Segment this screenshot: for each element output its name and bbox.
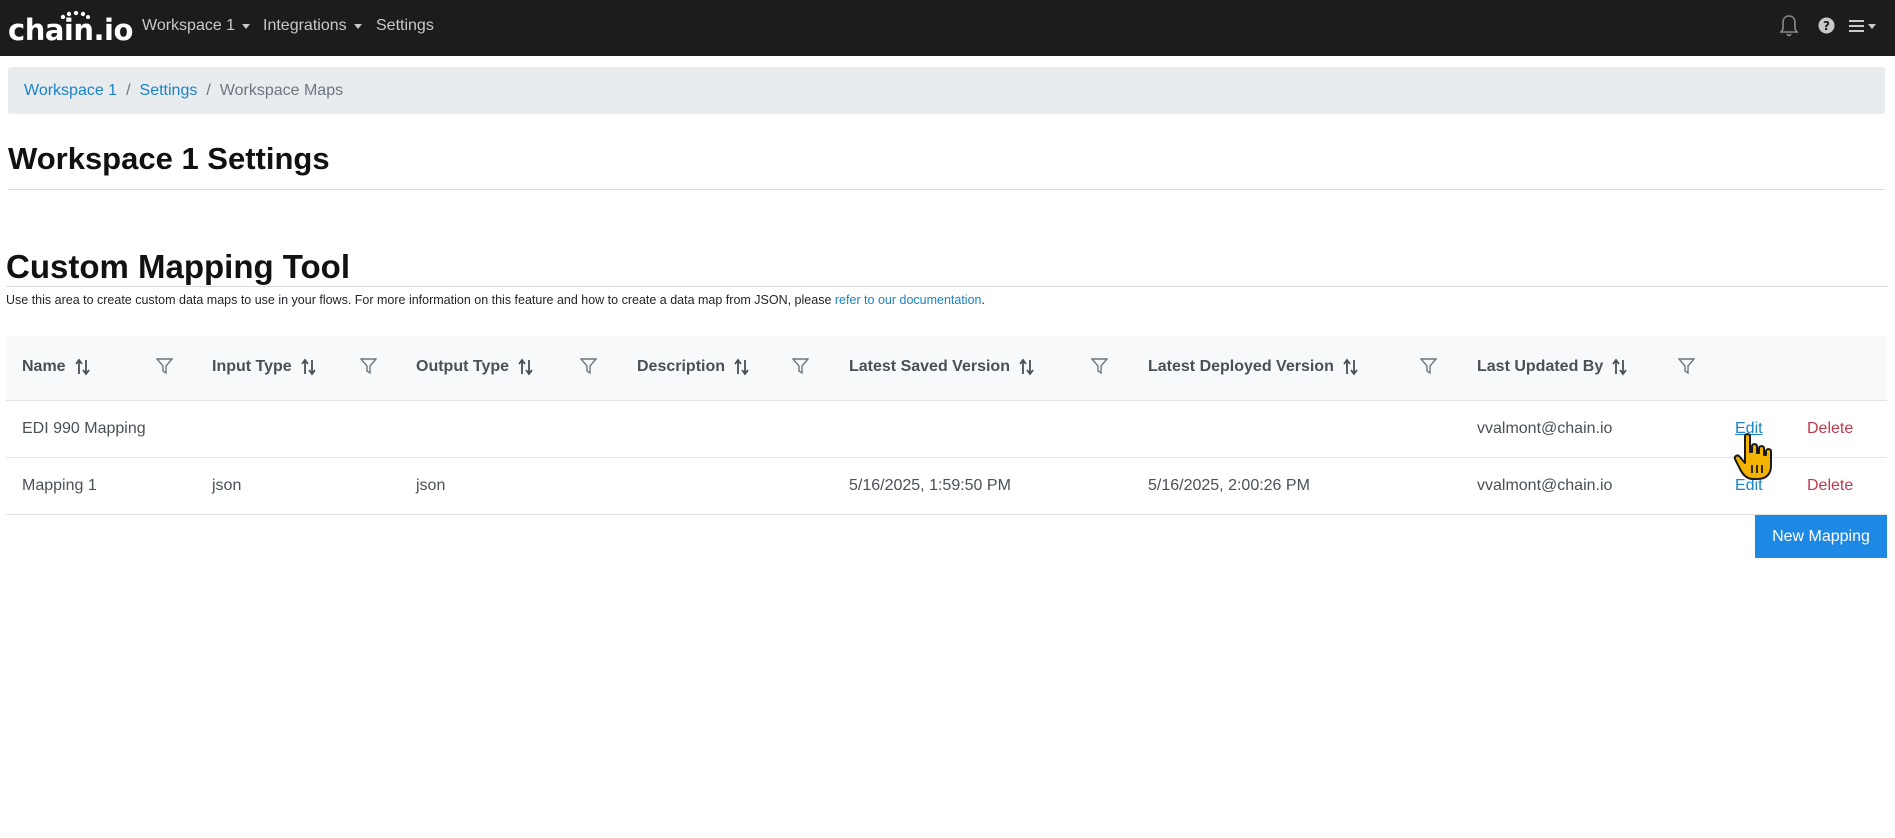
nav-workspace-label: Workspace 1 <box>142 17 236 34</box>
cell-output-type: json <box>416 477 446 494</box>
svg-text:?: ? <box>1823 19 1830 33</box>
cell-updated-by: vvalmont@chain.io <box>1477 477 1613 494</box>
breadcrumb-separator: / <box>206 81 211 99</box>
bell-icon[interactable] <box>1779 14 1799 38</box>
cell-input-type: json <box>212 477 242 494</box>
hamburger-menu-icon[interactable] <box>1849 18 1877 34</box>
column-label: Name <box>22 358 66 375</box>
sort-icon[interactable] <box>733 358 751 376</box>
section-title: Custom Mapping Tool <box>6 248 351 285</box>
sort-icon[interactable] <box>1342 358 1360 376</box>
filter-icon[interactable] <box>580 357 597 375</box>
column-header-latest-saved-version[interactable]: Latest Saved Version <box>849 358 1036 376</box>
table-row: EDI 990 Mapping vvalmont@chain.io Edit D… <box>6 401 1887 458</box>
sort-icon[interactable] <box>74 358 92 376</box>
cell-latest-deployed: 5/16/2025, 2:00:26 PM <box>1148 477 1310 494</box>
breadcrumb-current: Workspace Maps <box>219 81 344 99</box>
filter-icon[interactable] <box>1091 357 1108 375</box>
sort-icon[interactable] <box>517 358 535 376</box>
description-suffix: . <box>981 293 985 307</box>
breadcrumb-separator: / <box>126 81 131 99</box>
filter-icon[interactable] <box>156 357 173 375</box>
sort-icon[interactable] <box>1018 358 1036 376</box>
divider <box>6 286 1888 287</box>
new-mapping-button[interactable]: New Mapping <box>1755 515 1887 558</box>
filter-icon[interactable] <box>360 357 377 375</box>
column-header-description[interactable]: Description <box>637 358 751 376</box>
nav-settings-link[interactable]: Settings <box>376 17 434 35</box>
column-header-output-type[interactable]: Output Type <box>416 358 535 376</box>
table-row: Mapping 1 json json 5/16/2025, 1:59:50 P… <box>6 458 1887 515</box>
nav-integrations-label: Integrations <box>263 17 347 34</box>
cell-name: Mapping 1 <box>22 477 97 494</box>
column-label: Latest Deployed Version <box>1148 358 1334 375</box>
top-navbar: chain.io Workspace 1 Integrations Settin… <box>0 0 1895 56</box>
column-header-latest-deployed-version[interactable]: Latest Deployed Version <box>1148 358 1360 376</box>
column-header-input-type[interactable]: Input Type <box>212 358 318 376</box>
breadcrumb-settings-link[interactable]: Settings <box>140 82 198 100</box>
table-header: Name Input Type Output Type Description … <box>6 336 1887 401</box>
filter-icon[interactable] <box>1678 357 1695 375</box>
documentation-link[interactable]: refer to our documentation <box>835 293 982 307</box>
caret-down-icon <box>353 23 362 29</box>
hand-pointer-cursor-icon <box>1733 433 1772 480</box>
divider <box>8 189 1885 190</box>
column-label: Output Type <box>416 358 510 375</box>
nav-workspace-dropdown[interactable]: Workspace 1 <box>142 17 251 35</box>
sort-icon[interactable] <box>1611 358 1629 376</box>
page-title: Workspace 1 Settings <box>8 141 330 176</box>
nav-integrations-dropdown[interactable]: Integrations <box>263 17 362 35</box>
column-label: Latest Saved Version <box>849 358 1010 375</box>
filter-icon[interactable] <box>1420 357 1437 375</box>
nav-settings-label: Settings <box>376 17 434 34</box>
cell-name: EDI 990 Mapping <box>22 420 146 437</box>
column-label: Description <box>637 358 726 375</box>
breadcrumb: Workspace 1 / Settings / Workspace Maps <box>8 67 1885 114</box>
column-label: Input Type <box>212 358 292 375</box>
column-header-name[interactable]: Name <box>22 358 92 376</box>
column-label: Last Updated By <box>1477 358 1604 375</box>
sort-icon[interactable] <box>300 358 318 376</box>
logo-dots-icon <box>60 11 90 19</box>
delete-link[interactable]: Delete <box>1807 477 1853 495</box>
description-text: Use this area to create custom data maps… <box>6 293 835 307</box>
mappings-table: Name Input Type Output Type Description … <box>6 336 1887 515</box>
breadcrumb-workspace-link[interactable]: Workspace 1 <box>24 82 117 100</box>
caret-down-icon <box>242 23 251 29</box>
section-description: Use this area to create custom data maps… <box>6 293 985 307</box>
column-header-last-updated-by[interactable]: Last Updated By <box>1477 358 1629 376</box>
help-icon[interactable]: ? <box>1818 17 1835 34</box>
cell-latest-saved: 5/16/2025, 1:59:50 PM <box>849 477 1011 494</box>
delete-link[interactable]: Delete <box>1807 420 1853 438</box>
cell-updated-by: vvalmont@chain.io <box>1477 420 1613 437</box>
filter-icon[interactable] <box>792 357 809 375</box>
